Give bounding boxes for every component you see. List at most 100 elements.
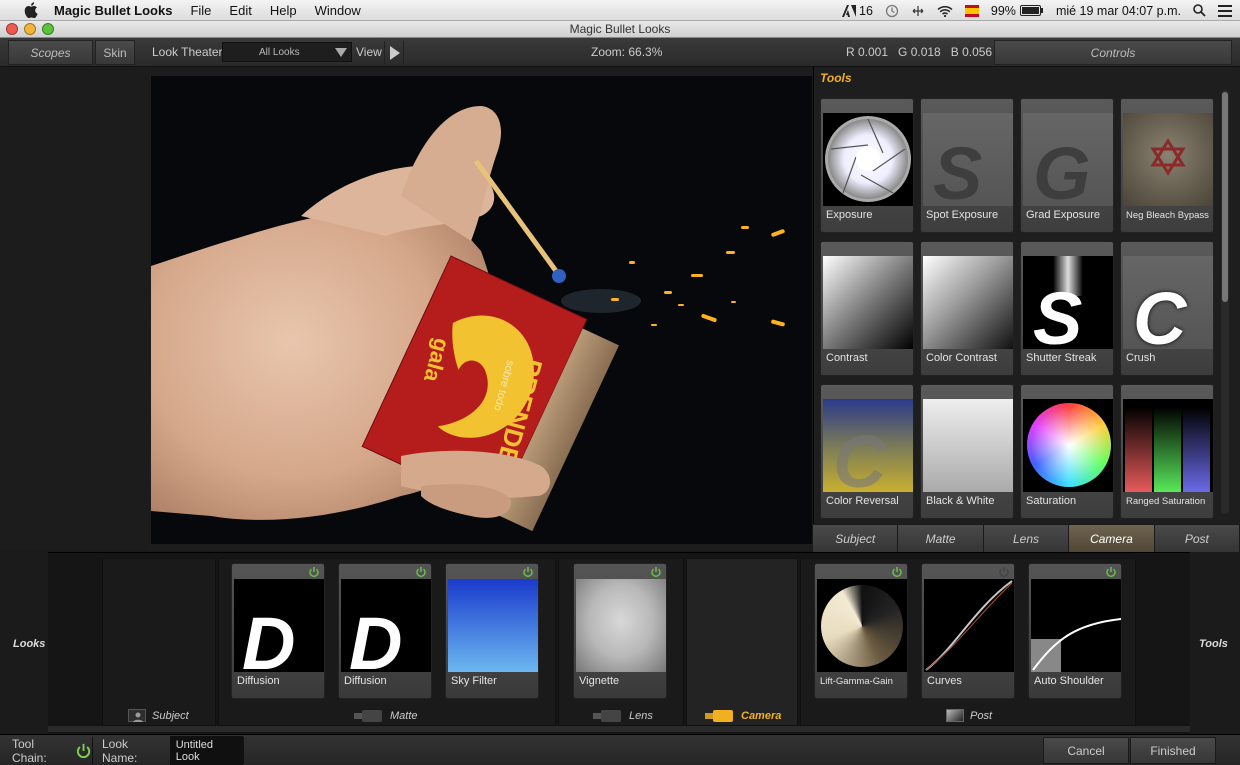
matte-camera-icon — [354, 710, 382, 722]
spain-flag-icon[interactable] — [964, 4, 979, 17]
chain-tool-diffusion-1[interactable]: D Diffusion — [231, 563, 325, 699]
chain-tool-curves[interactable]: Curves — [921, 563, 1015, 699]
left-panel — [0, 67, 150, 551]
tool-saturation[interactable]: Saturation — [1020, 384, 1114, 519]
tool-label: Spot Exposure — [926, 209, 999, 221]
tool-black-white[interactable]: Black & White — [920, 384, 1014, 519]
apple-icon[interactable] — [22, 2, 40, 18]
time-machine-icon[interactable] — [885, 4, 899, 18]
exposure-thumbnail — [823, 113, 913, 206]
group-label-matte: Matte — [354, 709, 418, 722]
chain-tool-sky-filter[interactable]: Sky Filter — [445, 563, 539, 699]
tool-label: Contrast — [826, 352, 868, 364]
group-label-text: Lens — [629, 709, 653, 722]
chain-scroll-bar[interactable] — [48, 726, 1190, 732]
menu-bar: Magic Bullet Looks File Edit Help Window… — [0, 0, 1240, 21]
tool-label: Saturation — [1026, 495, 1077, 507]
tab-post[interactable]: Post — [1154, 525, 1240, 552]
app-menu-name[interactable]: Magic Bullet Looks — [54, 3, 172, 18]
contrast-thumbnail — [823, 256, 913, 349]
notification-center-icon[interactable] — [1218, 4, 1232, 17]
tool-ranged-saturation[interactable]: Ranged Saturation — [1120, 384, 1214, 519]
chain-tool-lift-gamma-gain[interactable]: Lift-Gamma-Gain — [814, 563, 908, 699]
power-icon[interactable] — [650, 566, 662, 578]
chain-tool-vignette[interactable]: Vignette — [573, 563, 667, 699]
tool-chain-power-icon[interactable] — [75, 742, 92, 760]
tool-grad-exposure[interactable]: G Grad Exposure — [1020, 98, 1114, 233]
dropdown-arrow-icon — [335, 48, 347, 57]
tool-crush[interactable]: C Crush — [1120, 241, 1214, 376]
green-bar — [1154, 407, 1181, 492]
tools-scrollbar-thumb[interactable] — [1222, 92, 1228, 302]
scopes-button[interactable]: Scopes — [8, 40, 93, 65]
preview-image: PRENDEN sobre todo gala — [151, 76, 812, 544]
group-label-text: Post — [970, 709, 993, 722]
tool-color-reversal[interactable]: C Color Reversal — [820, 384, 914, 519]
status-bar: Tool Chain: Look Name: Untitled Look Can… — [0, 734, 1240, 765]
tool-contrast[interactable]: Contrast — [820, 241, 914, 376]
red-bar — [1125, 407, 1152, 492]
saturation-thumbnail — [1023, 399, 1113, 492]
menu-window[interactable]: Window — [315, 3, 361, 18]
power-icon[interactable] — [891, 566, 903, 578]
color-wheel — [1027, 403, 1111, 487]
spotlight-search-icon[interactable] — [1193, 4, 1206, 17]
chain-tool-diffusion-2[interactable]: D Diffusion — [338, 563, 432, 699]
group-label-subject: Subject — [128, 709, 189, 722]
tool-spot-exposure[interactable]: S Spot Exposure — [920, 98, 1014, 233]
look-filter-dropdown[interactable]: All Looks — [222, 42, 352, 62]
tab-lens[interactable]: Lens — [983, 525, 1070, 552]
group-label-lens: Lens — [593, 709, 653, 722]
menu-file[interactable]: File — [190, 3, 211, 18]
tool-color-contrast[interactable]: Color Contrast — [920, 241, 1014, 376]
tab-camera[interactable]: Camera — [1069, 525, 1155, 552]
lgg-wheel — [821, 585, 903, 667]
camera-icon — [705, 710, 733, 722]
zoom-readout: Zoom: 66.3% — [591, 45, 663, 59]
group-subject[interactable] — [102, 558, 216, 726]
tool-shutter-streak[interactable]: S Shutter Streak — [1020, 241, 1114, 376]
wifi-icon[interactable] — [937, 5, 953, 17]
menu-help[interactable]: Help — [270, 3, 297, 18]
power-icon[interactable] — [1105, 566, 1117, 578]
skin-button[interactable]: Skin — [95, 40, 135, 65]
power-icon[interactable] — [308, 566, 320, 578]
person-icon — [128, 709, 146, 722]
play-view-button[interactable] — [384, 41, 404, 64]
lift-gamma-gain-thumbnail — [817, 579, 907, 672]
menu-edit[interactable]: Edit — [229, 3, 251, 18]
clock[interactable]: mié 19 mar 04:07 p.m. — [1056, 4, 1181, 18]
group-label-text: Matte — [390, 709, 418, 722]
sync-arrows-icon[interactable] — [911, 5, 925, 17]
tool-label: Color Reversal — [826, 495, 899, 507]
tool-neg-bleach-bypass[interactable]: Neg Bleach Bypass — [1120, 98, 1214, 233]
battery-status[interactable]: 99% — [991, 4, 1044, 18]
power-icon[interactable] — [998, 566, 1010, 578]
tool-exposure[interactable]: Exposure — [820, 98, 914, 233]
group-camera[interactable] — [686, 558, 798, 726]
chain-tool-label: Sky Filter — [451, 675, 497, 687]
chain-tool-auto-shoulder[interactable]: Auto Shoulder — [1028, 563, 1122, 699]
group-label-post: Post — [946, 709, 992, 722]
finished-button[interactable]: Finished — [1130, 737, 1216, 764]
tools-title: Tools — [820, 71, 852, 85]
tool-chain-toggle[interactable]: Tool Chain: — [0, 737, 93, 765]
chain-tool-label: Diffusion — [344, 675, 387, 687]
adobe-icon[interactable]: 16 — [842, 4, 873, 18]
tab-matte[interactable]: Matte — [898, 525, 984, 552]
chain-tool-label: Auto Shoulder — [1034, 675, 1104, 687]
window-title: Magic Bullet Looks — [569, 22, 671, 36]
cancel-button[interactable]: Cancel — [1043, 737, 1129, 764]
look-name-area: Look Name: Untitled Look — [94, 735, 244, 765]
preview-viewer[interactable]: PRENDEN sobre todo gala — [151, 76, 812, 544]
power-icon[interactable] — [415, 566, 427, 578]
auto-shoulder-thumbnail — [1031, 579, 1121, 672]
tool-label: Color Contrast — [926, 352, 997, 364]
tools-side-label[interactable]: Tools — [1199, 638, 1228, 650]
power-icon[interactable] — [522, 566, 534, 578]
look-name-field[interactable]: Untitled Look — [169, 735, 243, 765]
tab-subject[interactable]: Subject — [813, 525, 899, 552]
controls-button[interactable]: Controls — [994, 40, 1232, 65]
chain-tool-label: Vignette — [579, 675, 620, 687]
looks-side-label[interactable]: Looks — [13, 638, 45, 650]
